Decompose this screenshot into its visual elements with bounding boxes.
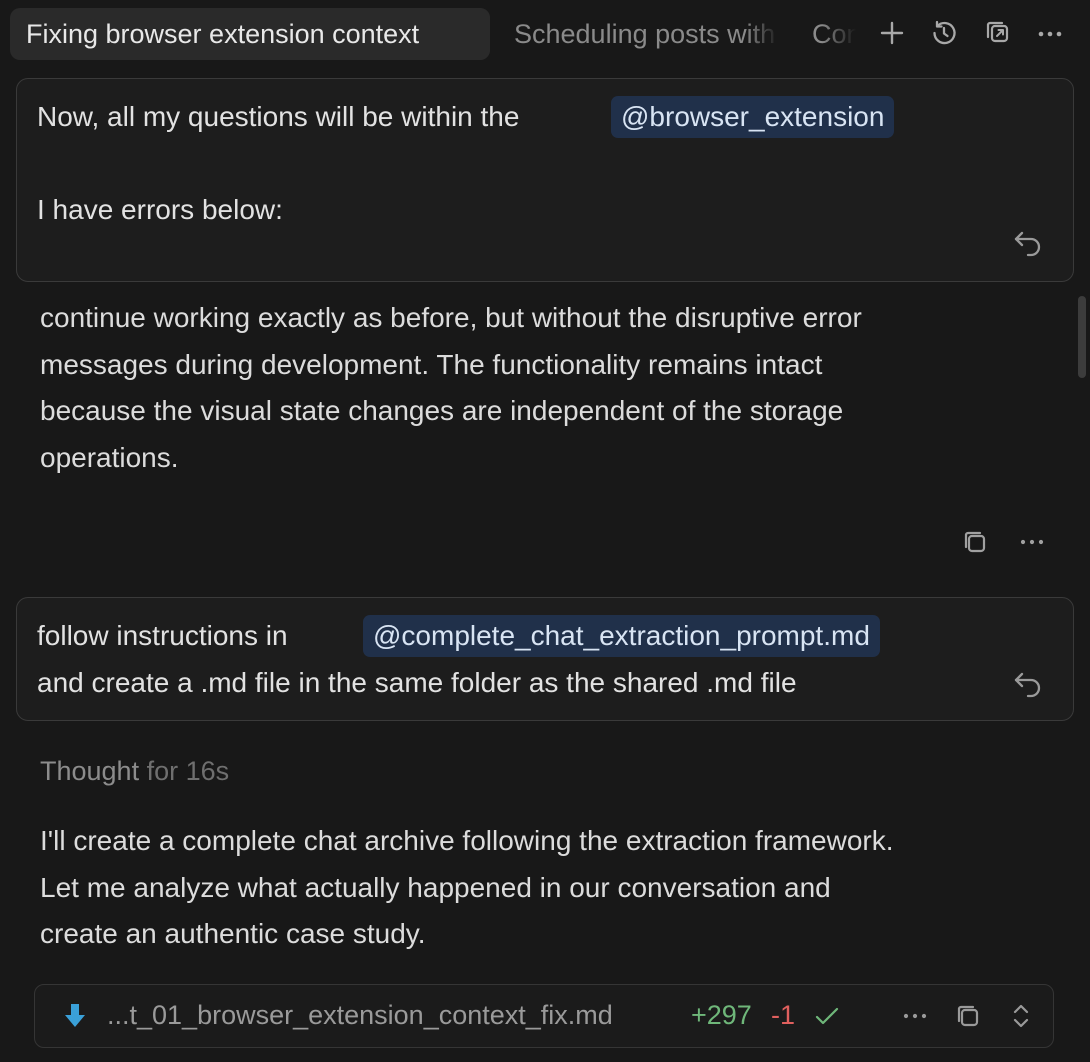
more-icon[interactable] [899,1000,931,1032]
paragraph-line: operations. [40,441,179,473]
message-text: and create a .md file in the same folder… [37,667,797,698]
paragraph-line: Let me analyze what actually happened in… [40,871,831,903]
message-text: follow instructions in [37,620,288,651]
paragraph-line: because the visual state changes are ind… [40,395,844,426]
scrollbar[interactable] [1078,296,1086,378]
tab-scheduling-posts[interactable]: Scheduling posts with [514,8,779,60]
additions-count: +297 [691,1000,752,1030]
tab-bar: Fixing browser extension context Schedul… [0,0,1090,70]
thought-label: Thought [40,756,140,786]
user-message-1[interactable]: Now, all my questions will be within the… [16,78,1074,282]
thought-duration: for 16s [146,756,230,786]
file-change-card[interactable]: ...t_01_browser_extension_context_fix.md… [34,984,1054,1048]
tab-con[interactable]: Con [812,8,856,60]
download-arrow-icon [59,1000,91,1032]
open-external-icon[interactable] [982,17,1014,49]
assistant-message: continue working exactly as before, but … [40,295,862,481]
thought-indicator[interactable]: Thought for 16s [40,756,229,787]
assistant-reply: I'll create a complete chat archive foll… [40,818,894,958]
more-icon[interactable] [1016,526,1048,558]
copy-icon[interactable] [959,526,991,558]
expand-collapse-icon[interactable] [1005,1000,1037,1032]
more-icon[interactable] [1034,17,1066,49]
copy-icon[interactable] [952,1000,984,1032]
mention-chip[interactable]: @browser_extension [611,96,895,138]
paragraph-line: I'll create a complete chat archive foll… [40,825,894,856]
history-icon[interactable] [928,17,960,49]
message-text: I have errors below: [37,194,283,225]
check-icon [811,1000,843,1032]
deletions-count: -1 [771,1000,796,1030]
message-text: Now, all my questions will be within the [37,101,520,132]
paragraph-line: continue working exactly as before, but … [40,302,862,333]
tab-fixing-browser-extension[interactable]: Fixing browser extension context [10,8,490,60]
file-name[interactable]: ...t_01_browser_extension_context_fix.md [107,1000,613,1031]
plus-icon[interactable] [876,17,908,49]
revert-icon[interactable] [1011,666,1045,700]
paragraph-line: create an authentic case study. [40,918,426,949]
paragraph-line: messages during development. The functio… [40,348,823,380]
revert-icon[interactable] [1011,225,1045,259]
tab-label: Fixing browser extension context [26,19,420,49]
user-message-2[interactable]: follow instructions in @complete_chat_ex… [16,597,1074,721]
tab-label: Scheduling posts with [514,19,776,49]
mention-chip[interactable]: @complete_chat_extraction_prompt.md [363,615,880,657]
